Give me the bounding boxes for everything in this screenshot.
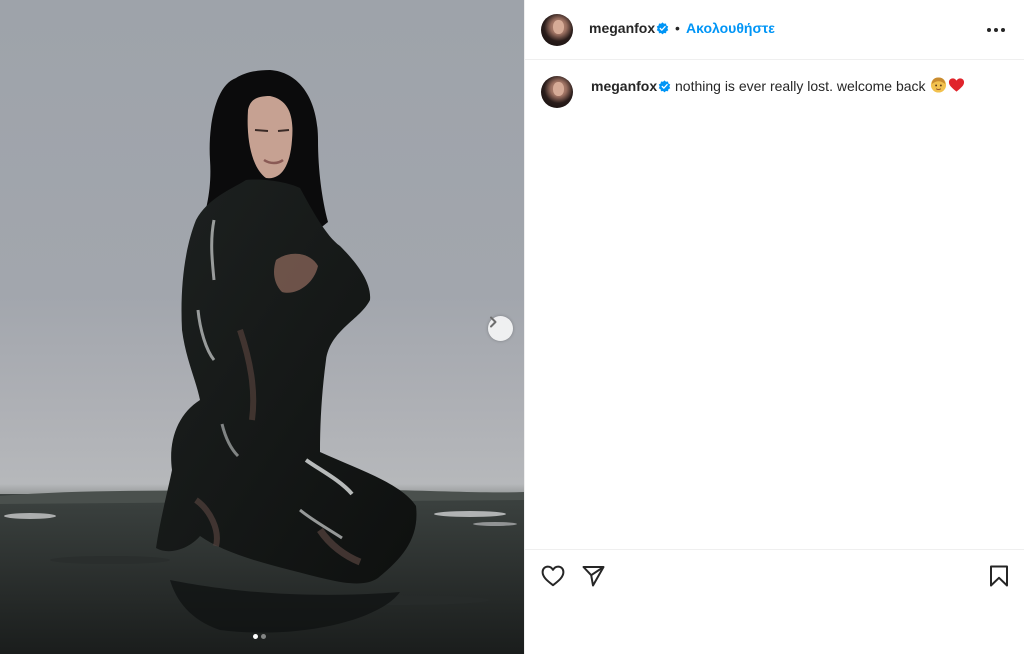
post-header: meganfox • Ακολουθήστε [525, 0, 1024, 60]
carousel-next-button[interactable] [488, 316, 513, 341]
send-icon[interactable] [582, 565, 605, 587]
verified-badge-icon [656, 22, 669, 35]
chevron-right-icon [490, 316, 497, 328]
heart-icon[interactable] [541, 565, 565, 587]
follow-button[interactable]: Ακολουθήστε [686, 20, 775, 36]
woman-face-emoji [930, 77, 947, 93]
actions-divider [525, 549, 1024, 550]
red-heart-emoji [948, 78, 965, 92]
post-side-panel: meganfox • Ακολουθήστε meganfox nothing … [525, 0, 1024, 654]
header-separator: • [675, 20, 680, 36]
avatar[interactable] [541, 14, 573, 46]
caption-username[interactable]: meganfox [591, 78, 657, 94]
carousel-dot [261, 634, 266, 639]
avatar-face [553, 20, 564, 34]
carousel-dot-active [253, 634, 258, 639]
carousel-indicator [253, 634, 266, 639]
bookmark-icon[interactable] [989, 565, 1009, 587]
avatar-face [553, 82, 564, 96]
post-media[interactable] [0, 0, 524, 654]
more-horizontal-icon[interactable] [985, 22, 1007, 38]
verified-badge-icon [658, 80, 671, 93]
caption-text: nothing is ever really lost. welcome bac… [675, 78, 926, 94]
post-photo [0, 70, 524, 654]
header-username[interactable]: meganfox [589, 20, 655, 36]
caption-avatar[interactable] [541, 76, 573, 108]
